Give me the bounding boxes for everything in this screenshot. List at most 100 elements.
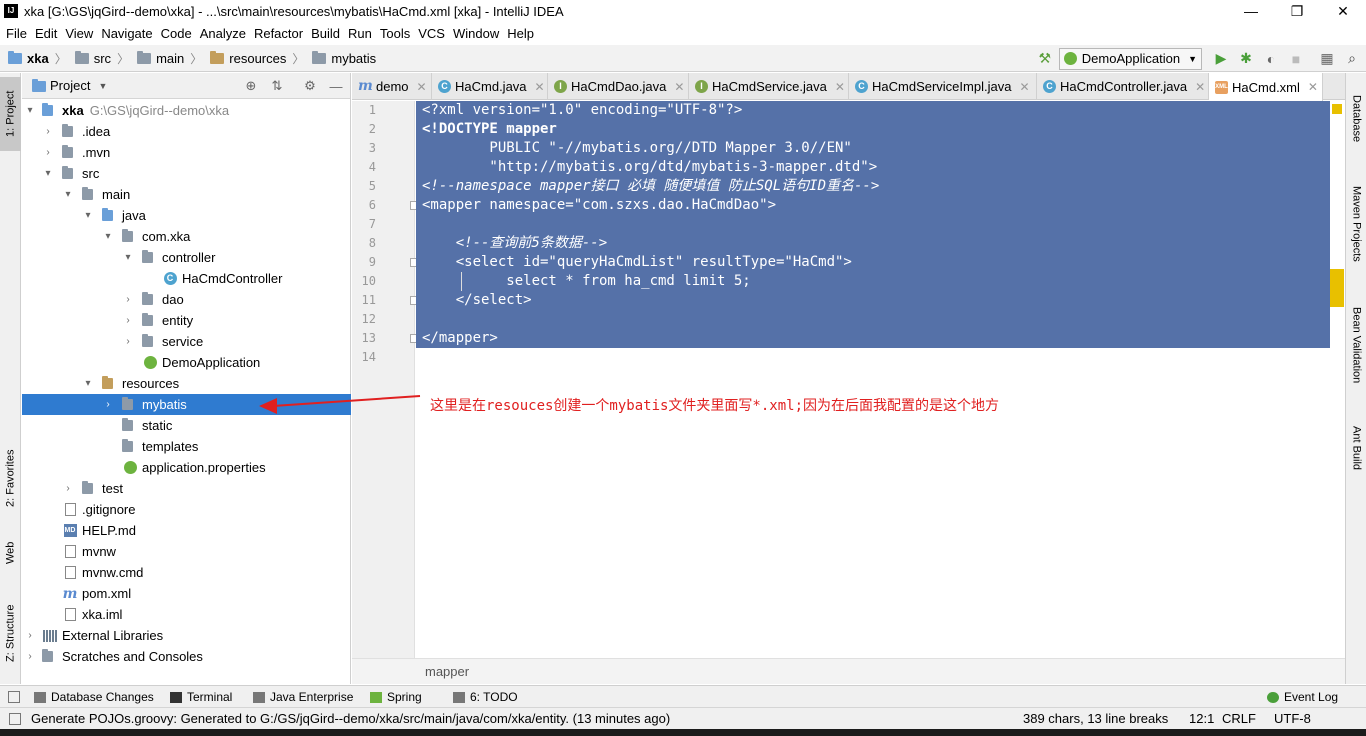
project-view-selector[interactable]: Project — [50, 78, 90, 93]
collapse-all-icon[interactable]: ⇅ — [268, 77, 286, 95]
todo-tab[interactable]: 6: TODO — [453, 686, 518, 708]
tree-item-main[interactable]: ▾ main — [22, 184, 351, 205]
close-icon[interactable]: ✕ — [1308, 80, 1318, 94]
menu-help[interactable]: Help — [503, 26, 538, 41]
tree-item-resources[interactable]: ▾ resources — [22, 373, 351, 394]
nav-crumb-project[interactable]: xka 〉 — [8, 50, 67, 67]
tree-item-com-xka[interactable]: ▾ com.xka — [22, 226, 351, 247]
tree-item-dao[interactable]: › dao — [22, 289, 351, 310]
tool-windows-icon[interactable] — [9, 713, 21, 725]
chevron-right-icon[interactable]: › — [62, 483, 74, 494]
coverage-icon[interactable]: ◐ — [1260, 48, 1282, 70]
tree-item-mvnw[interactable]: mvnw — [22, 541, 351, 562]
close-icon[interactable]: ✕ — [417, 80, 427, 94]
close-icon[interactable]: ✕ — [1019, 80, 1029, 94]
tree-item-entity[interactable]: › entity — [22, 310, 351, 331]
chevron-down-icon[interactable]: ▾ — [82, 210, 94, 221]
caret-position[interactable]: 12:1 — [1189, 708, 1214, 730]
tab-hacmd-java[interactable]: C HaCmd.java ✕ — [432, 73, 548, 100]
file-encoding[interactable]: UTF-8 — [1274, 708, 1311, 730]
tree-item-static[interactable]: static — [22, 415, 351, 436]
chevron-down-icon[interactable]: ▾ — [62, 189, 74, 200]
debug-icon[interactable]: ✱ — [1235, 48, 1257, 70]
restore-button[interactable]: ❐ — [1274, 0, 1320, 22]
hide-panel-icon[interactable]: — — [327, 77, 345, 95]
chevron-right-icon[interactable]: › — [122, 336, 134, 347]
tree-item-test[interactable]: › test — [22, 478, 351, 499]
tree-item-demoapplication[interactable]: DemoApplication — [22, 352, 351, 373]
spring-tab[interactable]: Spring — [370, 686, 422, 708]
tree-item-java[interactable]: ▾ java — [22, 205, 351, 226]
menu-build[interactable]: Build — [307, 26, 344, 41]
tab-demo[interactable]: m demo ✕ — [352, 73, 432, 100]
tree-item-scratches[interactable]: › Scratches and Consoles — [22, 646, 351, 667]
tab-hacmd-xml[interactable]: XML HaCmd.xml ✕ — [1209, 73, 1323, 101]
project-tool-tab[interactable]: 1: Project — [0, 77, 21, 151]
database-changes-tab[interactable]: Database Changes — [34, 686, 154, 708]
menu-tools[interactable]: Tools — [376, 26, 414, 41]
tree-item-mvnw-cmd[interactable]: mvnw.cmd — [22, 562, 351, 583]
tree-item-external-libraries[interactable]: › External Libraries — [22, 625, 351, 646]
line-separator[interactable]: CRLF — [1222, 708, 1256, 730]
chevron-down-icon[interactable]: ▼ — [98, 81, 107, 91]
project-structure-icon[interactable]: ▦ — [1316, 48, 1338, 70]
tab-hacmdservice-java[interactable]: I HaCmdService.java ✕ — [689, 73, 849, 100]
stop-icon[interactable]: ■ — [1285, 48, 1307, 70]
tab-hacmddao-java[interactable]: I HaCmdDao.java ✕ — [548, 73, 689, 100]
chevron-right-icon[interactable]: › — [42, 126, 54, 137]
menu-code[interactable]: Code — [157, 26, 196, 41]
favorites-tool-tab[interactable]: 2: Favorites — [0, 433, 21, 523]
menu-edit[interactable]: Edit — [31, 26, 61, 41]
close-icon[interactable]: ✕ — [674, 80, 684, 94]
chevron-down-icon[interactable]: ▾ — [24, 105, 36, 116]
tree-item-controller[interactable]: ▾ controller — [22, 247, 351, 268]
locate-file-icon[interactable]: ⊕ — [242, 77, 260, 95]
menu-file[interactable]: File — [2, 26, 31, 41]
close-icon[interactable]: ✕ — [835, 80, 845, 94]
status-toggle-icon[interactable] — [8, 686, 20, 708]
warning-marker[interactable] — [1330, 269, 1344, 307]
chevron-down-icon[interactable]: ▾ — [42, 168, 54, 179]
menu-window[interactable]: Window — [449, 26, 503, 41]
chevron-right-icon[interactable]: › — [122, 315, 134, 326]
tree-item-xka-iml[interactable]: xka.iml — [22, 604, 351, 625]
menu-navigate[interactable]: Navigate — [97, 26, 156, 41]
menu-vcs[interactable]: VCS — [414, 26, 449, 41]
chevron-right-icon[interactable]: › — [42, 147, 54, 158]
chevron-right-icon[interactable]: › — [102, 399, 114, 410]
tree-item-service[interactable]: › service — [22, 331, 351, 352]
nav-crumb-main[interactable]: main 〉 — [137, 50, 202, 67]
menu-analyze[interactable]: Analyze — [196, 26, 250, 41]
minimize-button[interactable]: — — [1228, 0, 1274, 22]
menu-refactor[interactable]: Refactor — [250, 26, 307, 41]
java-enterprise-tab[interactable]: Java Enterprise — [253, 686, 353, 708]
event-log-tab[interactable]: Event Log — [1267, 686, 1338, 708]
close-icon[interactable]: ✕ — [535, 80, 545, 94]
chevron-down-icon[interactable]: ▾ — [82, 378, 94, 389]
tree-item-hacmdcontroller[interactable]: C HaCmdController — [22, 268, 351, 289]
tree-item-mvn[interactable]: › .mvn — [22, 142, 351, 163]
tree-item-pom-xml[interactable]: m pom.xml — [22, 583, 351, 604]
close-button[interactable]: ✕ — [1320, 0, 1366, 22]
code-area[interactable]: <?xml version="1.0" encoding="UTF-8"?> <… — [416, 101, 1343, 658]
menu-run[interactable]: Run — [344, 26, 376, 41]
chevron-right-icon[interactable]: › — [122, 294, 134, 305]
editor-breadcrumb[interactable]: mapper — [352, 658, 1345, 684]
build-hammer-icon[interactable]: ⚒ — [1034, 48, 1056, 70]
nav-crumb-resources[interactable]: resources 〉 — [210, 50, 304, 67]
nav-crumb-src[interactable]: src 〉 — [74, 50, 129, 67]
structure-tool-tab[interactable]: Z: Structure — [0, 588, 21, 678]
ant-build-tool-tab[interactable]: Ant Build — [1346, 413, 1366, 483]
gear-icon[interactable]: ⚙ — [301, 77, 319, 95]
run-configuration-select[interactable]: DemoApplication ▼ — [1058, 47, 1202, 70]
tree-item-xka[interactable]: ▾ xka G:\GS\jqGird--demo\xka — [22, 100, 351, 121]
chevron-down-icon[interactable]: ▾ — [122, 252, 134, 263]
chevron-down-icon[interactable]: ▾ — [102, 231, 114, 242]
tree-item-application-properties[interactable]: application.properties — [22, 457, 351, 478]
tree-item-src[interactable]: ▾ src — [22, 163, 351, 184]
database-tool-tab[interactable]: Database — [1346, 79, 1366, 159]
tree-item-gitignore[interactable]: .gitignore — [22, 499, 351, 520]
status-message[interactable]: Generate POJOs.groovy: Generated to G:/G… — [31, 708, 670, 730]
tab-hacmdserviceimpl-java[interactable]: C HaCmdServiceImpl.java ✕ — [849, 73, 1037, 100]
chevron-right-icon[interactable]: › — [24, 630, 36, 641]
